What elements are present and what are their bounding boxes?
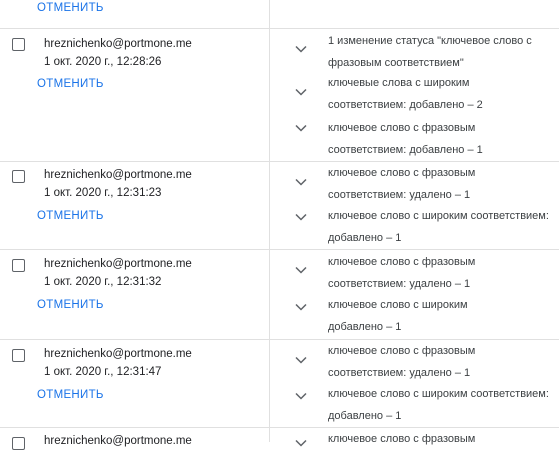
row-divider bbox=[0, 28, 559, 29]
chevron-down-icon[interactable] bbox=[295, 88, 307, 96]
chevron-down-icon[interactable] bbox=[295, 439, 307, 447]
row-checkbox[interactable] bbox=[12, 170, 25, 183]
change-item: ключевое слово с широким соответствием: д… bbox=[328, 388, 549, 422]
change-item: ключевое слово с фразовым соответствием: … bbox=[328, 167, 476, 201]
change-item: ключевое слово с фразовым соответствием: … bbox=[328, 122, 483, 156]
change-item: ключевое слово с фразовым соответствием: … bbox=[328, 256, 476, 290]
undo-button[interactable]: ОТМЕНИТЬ bbox=[37, 78, 104, 90]
user-email: hreznichenko@portmone.me bbox=[44, 38, 192, 50]
timestamp: 1 окт. 2020 г., 12:31:23 bbox=[44, 187, 162, 199]
row-divider bbox=[0, 249, 559, 250]
undo-button[interactable]: ОТМЕНИТЬ bbox=[37, 299, 104, 311]
timestamp: 1 окт. 2020 г., 12:31:32 bbox=[44, 276, 162, 288]
row-divider bbox=[0, 427, 559, 428]
chevron-down-icon[interactable] bbox=[295, 392, 307, 400]
row-checkbox[interactable] bbox=[12, 349, 25, 362]
row-checkbox[interactable] bbox=[12, 259, 25, 272]
change-item: ключевые слова с широким соответствием: д… bbox=[328, 77, 483, 111]
undo-button[interactable]: ОТМЕНИТЬ bbox=[37, 210, 104, 222]
change-item: ключевое слово с широким добавлено – 1 bbox=[328, 299, 468, 333]
change-item: 1 изменение статуса "ключевое слово с фра… bbox=[328, 35, 532, 69]
chevron-down-icon[interactable] bbox=[295, 213, 307, 221]
chevron-down-icon[interactable] bbox=[295, 124, 307, 132]
row-checkbox[interactable] bbox=[12, 38, 25, 51]
user-email: hreznichenko@portmone.me bbox=[44, 258, 192, 270]
change-item: ключевое слово с широким соответствием: д… bbox=[328, 210, 549, 244]
user-email: hreznichenko@portmone.me bbox=[44, 169, 192, 181]
row-divider bbox=[0, 161, 559, 162]
row-divider bbox=[0, 339, 559, 340]
timestamp: 1 окт. 2020 г., 12:31:47 bbox=[44, 366, 162, 378]
user-email: hreznichenko@portmone.me bbox=[44, 435, 192, 447]
timestamp: 1 окт. 2020 г., 12:28:26 bbox=[44, 56, 162, 68]
change-item: ключевое слово с фразовым соответствием: … bbox=[328, 345, 476, 379]
chevron-down-icon[interactable] bbox=[295, 178, 307, 186]
chevron-down-icon[interactable] bbox=[295, 356, 307, 364]
column-divider bbox=[269, 0, 270, 442]
chevron-down-icon[interactable] bbox=[295, 45, 307, 53]
chevron-down-icon[interactable] bbox=[295, 303, 307, 311]
undo-button[interactable]: ОТМЕНИТЬ bbox=[37, 389, 104, 401]
chevron-down-icon[interactable] bbox=[295, 266, 307, 274]
user-email: hreznichenko@portmone.me bbox=[44, 348, 192, 360]
undo-button[interactable]: ОТМЕНИТЬ bbox=[37, 2, 104, 14]
change-item: ключевое слово с фразовым bbox=[328, 433, 476, 445]
row-checkbox[interactable] bbox=[12, 437, 25, 450]
